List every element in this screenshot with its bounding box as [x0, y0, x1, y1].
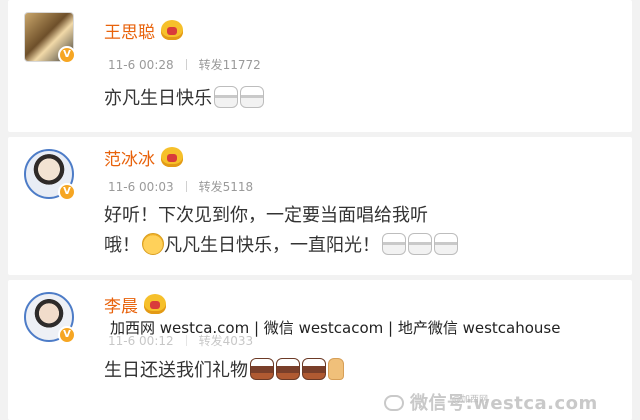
smile-icon [142, 233, 164, 255]
comment-card: V 王思聪 11-6 00:28 转发11772 亦凡生日快乐 [8, 0, 632, 132]
vip-crown-icon [161, 147, 183, 167]
timestamp: 11-6 00:28 [108, 58, 174, 72]
comment-text: 亦凡生日快乐 [104, 84, 608, 114]
avatar[interactable]: V [24, 12, 76, 64]
cake-icon [382, 233, 406, 255]
divider [185, 181, 187, 192]
repost-count[interactable]: 转发11772 [199, 58, 261, 72]
avatar[interactable]: V [24, 149, 76, 201]
overlay-caption: 加西网 westca.com | 微信 westcacom | 地产微信 wes… [110, 319, 561, 337]
timestamp: 11-6 00:03 [108, 180, 174, 194]
comment-text-content: 亦凡生日快乐 [104, 88, 212, 109]
cake-icon [276, 358, 300, 380]
watermark-text: 微信号:westca.com [410, 393, 598, 414]
verified-badge-icon: V [58, 46, 76, 64]
watermark: 微信号:westca.com [384, 389, 598, 415]
username-label[interactable]: 范冰冰 [104, 150, 155, 170]
cake-icon [302, 358, 326, 380]
username[interactable]: 范冰冰 [104, 145, 183, 170]
thumbs-up-icon [328, 358, 344, 380]
verified-badge-icon: V [58, 183, 76, 201]
username-label[interactable]: 王思聪 [104, 23, 155, 43]
comment-meta: 11-6 00:28 转发11772 [108, 56, 261, 73]
cake-icon [240, 86, 264, 108]
comment-text-line: 哦！ 凡凡生日快乐，一直阳光！ [104, 231, 608, 261]
comment-text: 好听！下次见到你，一定要当面唱给我听 哦！ 凡凡生日快乐，一直阳光！ [104, 201, 608, 261]
cake-icon [408, 233, 432, 255]
comment-text-content: 生日还送我们礼物 [104, 360, 248, 381]
cake-icon [214, 86, 238, 108]
username-label[interactable]: 李晨 [104, 297, 138, 317]
username[interactable]: 王思聪 [104, 18, 183, 43]
repost-count[interactable]: 转发5118 [199, 180, 254, 194]
comment-text-fragment: 凡凡生日快乐，一直阳光！ [164, 235, 380, 256]
wechat-icon [384, 395, 404, 411]
vip-crown-icon [161, 20, 183, 40]
watermark-small: @加西网 [452, 395, 489, 405]
weibo-comment-feed: V 王思聪 11-6 00:28 转发11772 亦凡生日快乐 V 范冰冰 11-… [0, 0, 640, 420]
comment-card: V 范冰冰 11-6 00:03 转发5118 好听！下次见到你，一定要当面唱给我… [8, 137, 632, 275]
vip-crown-icon [144, 294, 166, 314]
divider [185, 59, 187, 70]
comment-text: 生日还送我们礼物 [104, 356, 608, 386]
cake-icon [250, 358, 274, 380]
avatar[interactable]: V [24, 292, 76, 344]
comment-text-line: 好听！下次见到你，一定要当面唱给我听 [104, 205, 428, 226]
cake-icon [434, 233, 458, 255]
comment-meta: 11-6 00:03 转发5118 [108, 178, 253, 195]
comment-text-fragment: 哦！ [104, 235, 140, 256]
username[interactable]: 李晨 [104, 292, 166, 317]
verified-badge-icon: V [58, 326, 76, 344]
